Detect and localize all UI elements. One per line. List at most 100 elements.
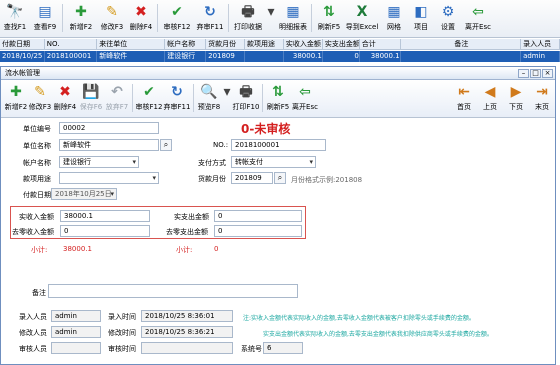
first-page-icon: ⇤ — [458, 84, 470, 100]
main-toolbar-button-7[interactable]: 🖶 打印收据 — [231, 0, 265, 38]
settings-icon: ⚙ — [441, 4, 455, 20]
date-picker[interactable]: 2018年10月25日 — [51, 188, 117, 200]
table-cell[interactable]: admin — [521, 51, 560, 62]
table-cell[interactable]: 新峰软件 — [97, 51, 166, 62]
main-toolbar-button-10[interactable]: ⇅ 刷新F5 — [314, 0, 344, 38]
nav-button-3[interactable]: ⇥ 末页 — [529, 80, 555, 116]
table-cell[interactable]: 201809 — [206, 51, 246, 62]
window-toolbar-button-label: 打印F10 — [232, 103, 260, 111]
month-field[interactable]: 201809 — [231, 172, 273, 184]
table-cell[interactable]: 0 — [323, 51, 360, 62]
main-toolbar-button-13[interactable]: ◧ 项目 — [408, 0, 434, 38]
round-expense-field[interactable]: 0 — [214, 225, 302, 237]
window-title: 流水帐管理 — [5, 69, 40, 77]
window-toolbar-button-label: 删除F4 — [53, 103, 77, 111]
main-toolbar-button-3[interactable]: ✎ 修改F3 — [97, 0, 127, 38]
nav-button-1[interactable]: ◀ 上页 — [477, 80, 503, 116]
column-header[interactable]: 实支出金额 — [323, 39, 360, 49]
unit-code-field[interactable]: 00002 — [59, 122, 159, 134]
main-toolbar-button-1[interactable]: ▤ 查看F9 — [30, 0, 60, 38]
table-row[interactable]: 2018/10/25 2018100001 新峰软件 建设银行 201809 38000.… — [0, 51, 560, 62]
maximize-button[interactable]: □ — [530, 68, 541, 78]
refresh-icon: ⇅ — [323, 4, 335, 20]
round-income-label: 去零收入金额 — [12, 228, 54, 236]
main-toolbar-button-8[interactable]: ▾ — [265, 0, 277, 38]
edit-doc-icon: ✎ — [34, 84, 46, 100]
modify-user-field: admin — [51, 326, 101, 338]
column-header[interactable]: NO. — [45, 39, 98, 49]
exit-icon: ⇦ — [299, 84, 311, 100]
table-cell[interactable]: 建设银行 — [165, 51, 207, 62]
main-toolbar-button-label: 导到Excel — [345, 23, 379, 31]
main-toolbar-button-6[interactable]: ↻ 弃审F11 — [194, 0, 226, 38]
main-toolbar-button-14[interactable]: ⚙ 设置 — [434, 0, 462, 38]
window-toolbar-button-1[interactable]: ✎ 修改F3 — [28, 80, 52, 116]
main-toolbar-button-15[interactable]: ⇦ 离开Esc — [462, 0, 494, 38]
main-toolbar-button-12[interactable]: ▦ 网格 — [380, 0, 408, 38]
main-toolbar-button-5[interactable]: ✔ 审核F12 — [160, 0, 194, 38]
printer-icon: 🖶 — [241, 4, 255, 20]
column-header[interactable]: 合计 — [360, 39, 401, 49]
income-field[interactable]: 38000.1 — [60, 210, 150, 222]
window-toolbar-button-6[interactable]: ↻ 弃审F11 — [163, 80, 191, 116]
no-field[interactable]: 2018100001 — [231, 139, 326, 151]
main-toolbar-button-2[interactable]: ✚ 新增F2 — [65, 0, 97, 38]
column-header[interactable]: 款项用途 — [245, 39, 284, 49]
remark-field[interactable] — [48, 284, 298, 298]
column-header[interactable]: 来往单位 — [97, 39, 166, 49]
table-cell[interactable] — [245, 51, 284, 62]
window-toolbar-button-10[interactable]: ⇅ 刷新F5 — [265, 80, 291, 116]
window-toolbar-button-5[interactable]: ✔ 审核F12 — [135, 80, 163, 116]
pay-method-select[interactable]: 转帐支付 — [231, 156, 316, 168]
column-header[interactable]: 帐户名称 — [165, 39, 207, 49]
month-search-icon[interactable]: ⌕ — [274, 172, 286, 184]
window-toolbar-button-9[interactable]: 🖶 打印F10 — [232, 80, 260, 116]
toolbar-separator — [193, 84, 194, 112]
save-icon: 💾 — [82, 84, 100, 100]
table-cell[interactable]: 2018100001 — [45, 51, 98, 62]
window-toolbar-button-3[interactable]: 💾 保存F6 — [78, 80, 104, 116]
window-toolbar-button-label: 离开Esc — [292, 103, 318, 111]
window-toolbar-button-0[interactable]: ✚ 新增F2 — [4, 80, 28, 116]
window-toolbar-button-2[interactable]: ✖ 删除F4 — [52, 80, 78, 116]
view-doc-icon: ▤ — [38, 4, 52, 20]
main-toolbar: 🔭 查找F1 ▤ 查看F9 ✚ 新增F2 ✎ 修改F3 ✖ 删除F4 ✔ 审核F12 ↻ 弃审F11 🖶 打印… — [0, 0, 560, 38]
table-cell[interactable]: 38000.1 — [284, 51, 323, 62]
subtotal-expense-label: 小计: — [176, 246, 193, 254]
account-select[interactable]: 建设银行 — [59, 156, 139, 168]
nav-button-0[interactable]: ⇤ 首页 — [451, 80, 477, 116]
round-income-field[interactable]: 0 — [60, 225, 150, 237]
income-label: 实收入金额 — [19, 213, 54, 221]
unit-search-icon[interactable]: ⌕ — [160, 139, 172, 151]
expense-field[interactable]: 0 — [214, 210, 302, 222]
purpose-select[interactable] — [59, 172, 159, 184]
window-toolbar-button-8[interactable]: ▾ — [222, 80, 232, 116]
main-toolbar-button-4[interactable]: ✖ 删除F4 — [127, 0, 155, 38]
table-cell[interactable] — [401, 51, 522, 62]
column-header[interactable]: 备注 — [401, 39, 522, 49]
column-header[interactable]: 货款月份 — [206, 39, 246, 49]
date-label: 付款日期 — [23, 191, 51, 199]
unit-name-field[interactable]: 新峰软件 — [59, 139, 159, 151]
table-cell[interactable]: 38000.1 — [360, 51, 401, 62]
window-toolbar-button-11[interactable]: ⇦ 离开Esc — [291, 80, 319, 116]
records-grid[interactable]: 付款日期 NO. 来往单位 帐户名称 货款月份 款项用途 实收入金额 实支出金额 合计 备注 录入人… — [0, 39, 560, 66]
minimize-button[interactable]: – — [518, 68, 529, 78]
main-toolbar-button-11[interactable]: X 导到Excel — [344, 0, 380, 38]
note-line-1: 注:实收入金额代表实际收入的金额,去零收入金额代表被客户扣除零头或手续费的金额。 — [243, 315, 475, 322]
nav-button-label: 末页 — [535, 103, 549, 111]
next-page-icon: ▶ — [510, 84, 522, 100]
column-header[interactable]: 实收入金额 — [284, 39, 323, 49]
entry-time-field: 2018/10/25 8:36:01 — [141, 310, 233, 322]
main-toolbar-button-0[interactable]: 🔭 查找F1 — [0, 0, 30, 38]
window-toolbar-button-4[interactable]: ↶ 放弃F7 — [104, 80, 130, 116]
nav-button-2[interactable]: ▶ 下页 — [503, 80, 529, 116]
main-toolbar-button-9[interactable]: ▦ 明细报表 — [277, 0, 309, 38]
close-button[interactable]: × — [542, 68, 553, 78]
column-header[interactable]: 录入人员 — [521, 39, 560, 49]
report-icon: ▦ — [286, 4, 300, 20]
toolbar-separator — [228, 4, 229, 32]
no-label: NO.: — [213, 141, 229, 149]
column-header[interactable]: 付款日期 — [0, 39, 45, 49]
table-cell[interactable]: 2018/10/25 — [0, 51, 45, 62]
